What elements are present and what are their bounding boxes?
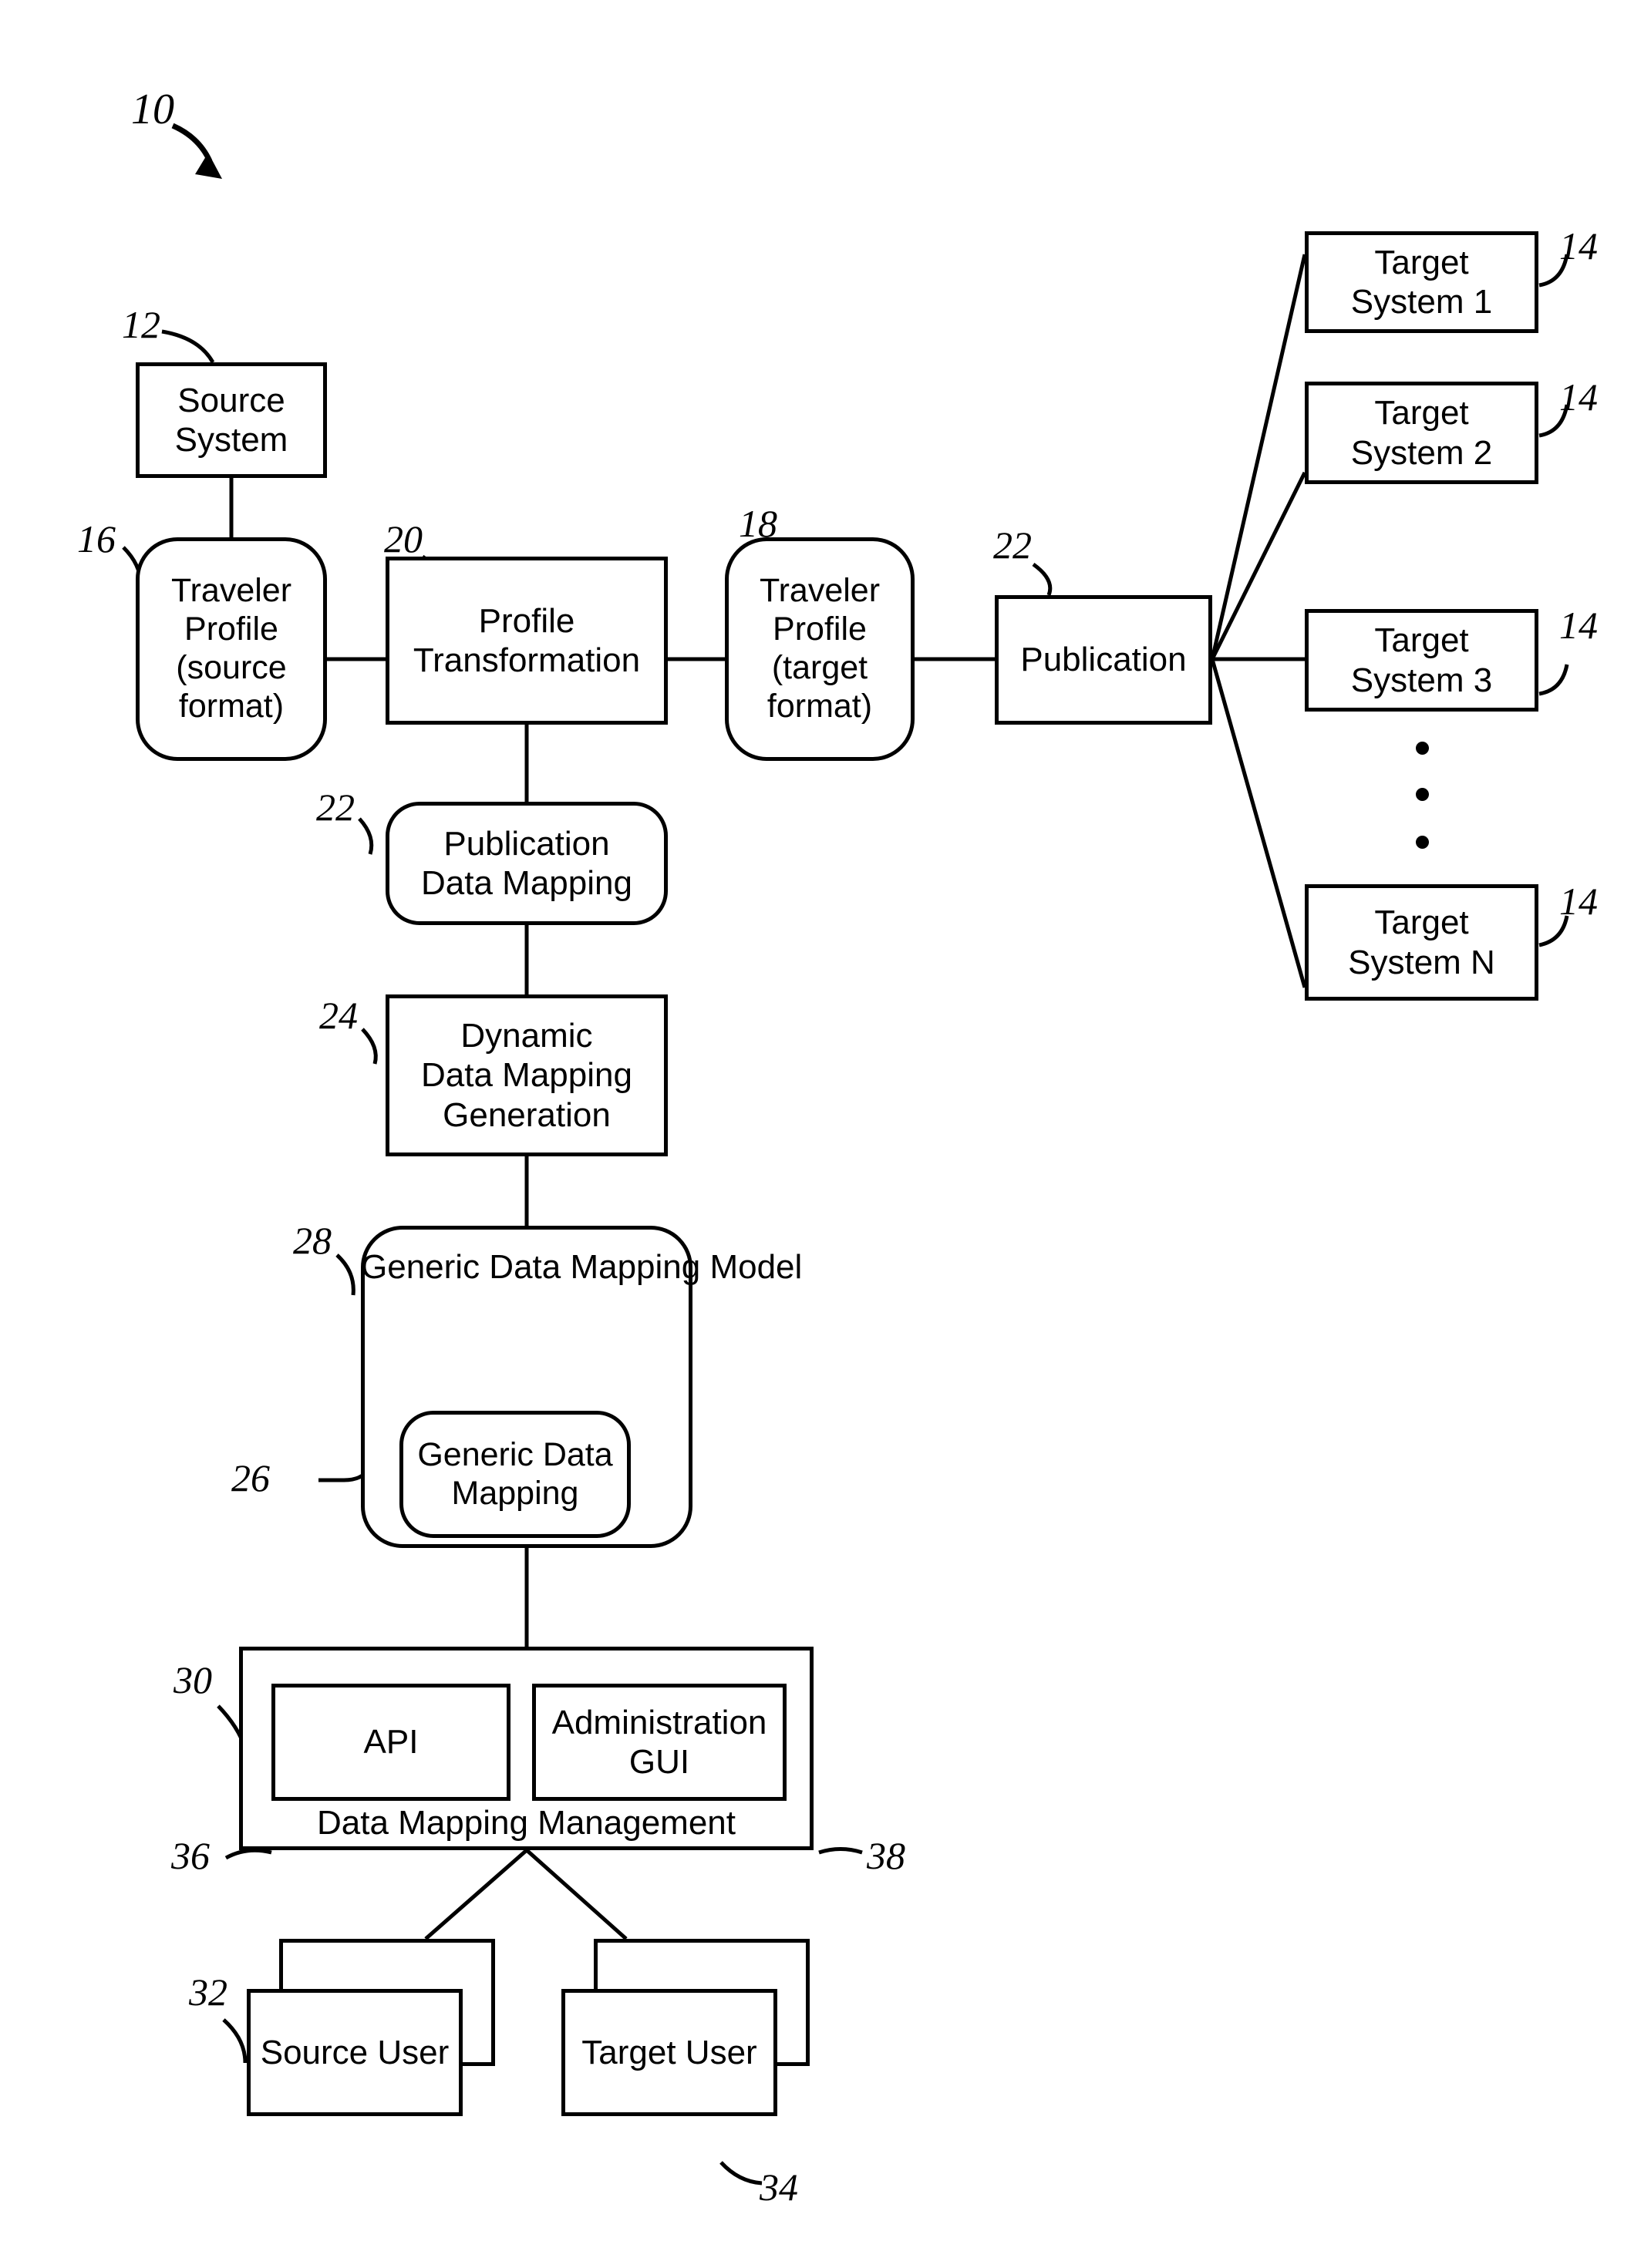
line-management-to-targetuser	[525, 1849, 628, 1940]
refnum-34: 34	[760, 2165, 798, 2209]
target-system-box-n[interactable]: Target System N	[1305, 884, 1538, 1001]
refnum-24: 24	[319, 994, 358, 1037]
node-target-user[interactable]: Target User	[561, 1989, 777, 2116]
refnum-32: 32	[189, 1970, 227, 2014]
leader-34	[719, 2161, 763, 2186]
ellipsis-dot-1	[1416, 742, 1429, 755]
refnum-28: 28	[293, 1219, 332, 1262]
node-source-system[interactable]: Source System	[136, 362, 327, 478]
leader-22-publication	[1032, 562, 1053, 596]
refnum-16: 16	[77, 517, 116, 560]
figure-ref-arrow	[171, 123, 213, 163]
node-publication-data-mapping[interactable]: Publication Data Mapping	[386, 802, 668, 925]
node-source-user[interactable]: Source User	[247, 1989, 463, 2116]
node-traveler-profile-source[interactable]: Traveler Profile (source format)	[136, 537, 327, 761]
line-management-to-sourceuser	[424, 1849, 528, 1940]
leader-38	[818, 1847, 863, 1855]
refnum-20: 20	[384, 517, 423, 560]
target-system-box-3[interactable]: Target System 3	[1305, 609, 1538, 712]
leader-22-pubmapping	[358, 817, 374, 855]
node-generic-data-mapping[interactable]: Generic Data Mapping	[399, 1411, 631, 1538]
refnum-38: 38	[867, 1834, 905, 1877]
line-publication-to-target2	[1210, 471, 1307, 661]
patent-figure: 10 Source System 12 Traveler Profile (so…	[0, 0, 1651, 2268]
node-data-mapping-management-label: Data Mapping Management	[317, 1804, 736, 1842]
leader-12	[161, 329, 215, 364]
refnum-26: 26	[231, 1456, 270, 1499]
refnum-18: 18	[739, 502, 777, 545]
refnum-14-targetN: 14	[1559, 880, 1598, 923]
leader-24	[361, 1028, 378, 1065]
target-system-box-1[interactable]: Target System 1	[1305, 231, 1538, 333]
line-publication-to-target1	[1210, 254, 1307, 660]
figure-ref-arrowhead	[195, 153, 222, 179]
refnum-14-target2: 14	[1559, 375, 1598, 419]
leader-36	[224, 1848, 272, 1860]
node-traveler-profile-target[interactable]: Traveler Profile (target format)	[725, 537, 915, 761]
target-system-box-2[interactable]: Target System 2	[1305, 382, 1538, 484]
node-profile-transformation[interactable]: Profile Transformation	[386, 557, 668, 725]
refnum-30: 30	[174, 1658, 212, 1701]
node-generic-data-mapping-model-label: Generic Data Mapping Model	[361, 1248, 803, 1286]
node-api[interactable]: API	[271, 1684, 510, 1801]
ellipsis-dot-2	[1416, 788, 1429, 801]
ellipsis-dot-3	[1416, 836, 1429, 849]
refnum-14-target1: 14	[1559, 224, 1598, 268]
leader-28	[335, 1253, 355, 1296]
node-administration-gui[interactable]: Administration GUI	[532, 1684, 787, 1801]
refnum-22-publication: 22	[993, 523, 1032, 567]
refnum-22-pubmapping: 22	[316, 786, 355, 829]
connector-lines-layer	[122, 123, 1569, 2186]
line-publication-to-targetN	[1210, 658, 1307, 988]
node-dynamic-data-mapping-generation[interactable]: Dynamic Data Mapping Generation	[386, 994, 668, 1156]
refnum-14-target3: 14	[1559, 604, 1598, 647]
node-publication[interactable]: Publication	[995, 595, 1212, 725]
refnum-36: 36	[171, 1834, 210, 1877]
leader-32	[222, 2018, 248, 2064]
refnum-12: 12	[122, 303, 160, 346]
figure-ref-number: 10	[131, 86, 174, 133]
leader-14-target3	[1538, 664, 1569, 696]
